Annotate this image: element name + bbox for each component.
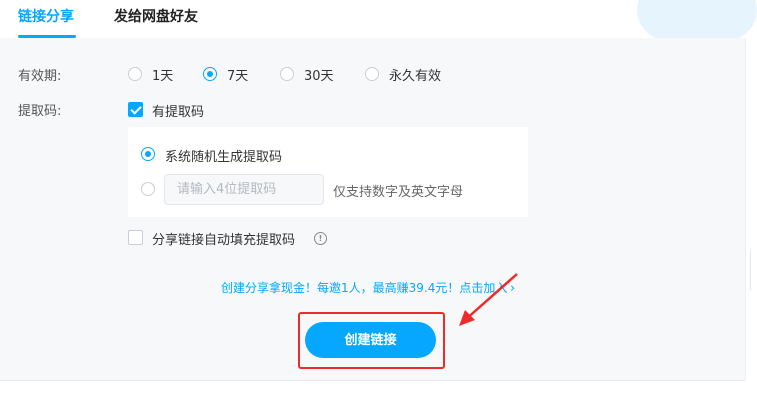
validity-label: 有效期: (18, 69, 62, 84)
radio-validity-permanent[interactable] (365, 67, 379, 81)
bottom-divider (0, 380, 745, 381)
has-code-checkbox[interactable] (128, 102, 143, 117)
tab-bar: 链接分享 发给网盘好友 (0, 0, 757, 40)
extract-code-label: 提取码: (18, 104, 62, 119)
tab-link-share[interactable]: 链接分享 (18, 6, 74, 26)
radio-custom-code[interactable] (141, 182, 155, 196)
has-code-label[interactable]: 有提取码 (152, 101, 204, 120)
custom-code-hint: 仅支持数字及英文字母 (333, 185, 464, 200)
create-link-button[interactable]: 创建链接 (305, 322, 436, 358)
random-code-label[interactable]: 系统随机生成提取码 (165, 146, 282, 165)
radio-validity-30days[interactable] (280, 67, 294, 81)
radio-validity-7days-label[interactable]: 7天 (227, 65, 248, 84)
decorative-shape (637, 0, 757, 40)
radio-validity-1day[interactable] (128, 67, 142, 81)
radio-validity-7days[interactable] (203, 67, 217, 81)
autofill-label[interactable]: 分享链接自动填充提取码 (152, 229, 295, 248)
tab-send-to-friends[interactable]: 发给网盘好友 (114, 6, 198, 26)
custom-code-input[interactable] (164, 174, 324, 205)
radio-validity-30days-label[interactable]: 30天 (304, 65, 334, 84)
side-divider (750, 250, 751, 290)
radio-validity-permanent-label[interactable]: 永久有效 (389, 65, 441, 84)
radio-validity-1day-label[interactable]: 1天 (152, 65, 173, 84)
radio-random-code[interactable] (141, 147, 155, 161)
annotation-arrow-icon (459, 273, 518, 326)
autofill-checkbox[interactable] (128, 230, 143, 245)
info-icon[interactable]: ! (314, 232, 327, 245)
